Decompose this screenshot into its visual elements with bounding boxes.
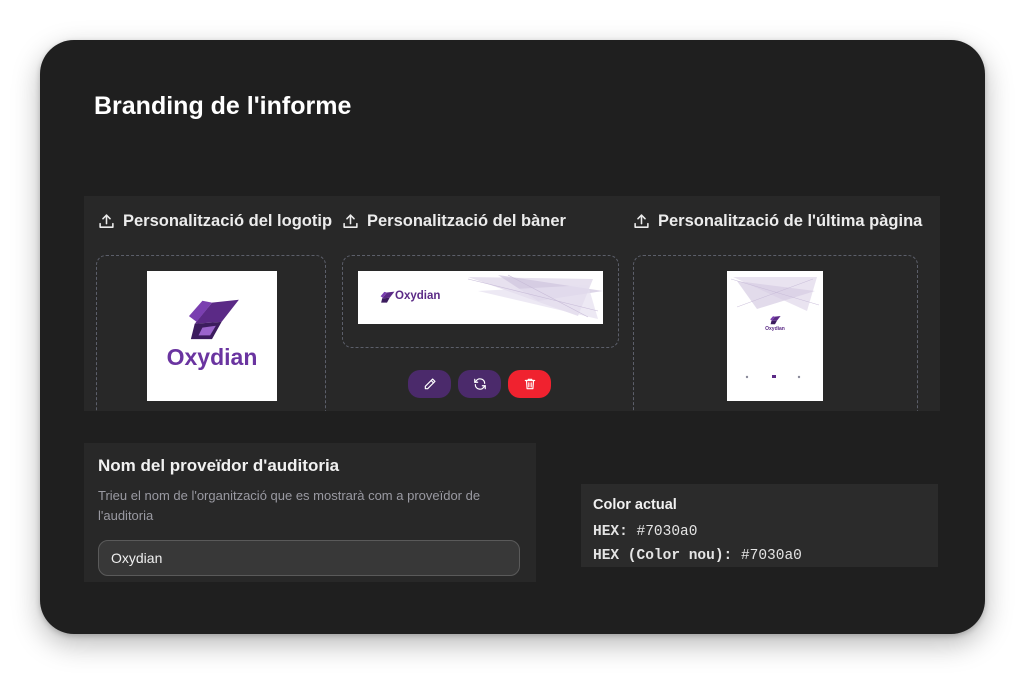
last-page-preview: Oxydian: [727, 271, 823, 401]
upload-panel: Personalització del logotip Oxydian Pers…: [84, 196, 940, 411]
last-page-upload-label: Personalització de l'última pàgina: [658, 212, 923, 230]
logo-preview: Oxydian: [147, 271, 277, 401]
banner-preview: Oxydian: [358, 271, 603, 324]
delete-banner-button[interactable]: [508, 370, 551, 398]
trash-icon: [524, 378, 535, 390]
upload-icon: [99, 214, 114, 228]
hex-new-line: HEX (Color nou): #7030a0: [593, 548, 802, 564]
hex-value: #7030a0: [636, 524, 698, 540]
page-title: Branding de l'informe: [94, 92, 352, 120]
upload-icon: [634, 214, 649, 228]
audit-provider-panel: Nom del proveïdor d'auditoria Trieu el n…: [84, 443, 536, 582]
upload-icon: [343, 214, 358, 228]
pencil-icon: [424, 378, 436, 390]
provider-description: Trieu el nom de l'organització que es mo…: [98, 488, 481, 523]
report-branding-window: Branding de l'informe Personalització de…: [40, 40, 985, 634]
last-page-background-decoration: [730, 277, 820, 379]
provider-title: Nom del proveïdor d'auditoria: [98, 456, 340, 475]
banner-upload-header[interactable]: Personalització del bàner: [342, 212, 566, 231]
hex-current-line: HEX: #7030a0: [593, 524, 697, 540]
provider-name-input[interactable]: Oxydian: [98, 540, 520, 576]
replace-banner-button[interactable]: [458, 370, 501, 398]
oxydian-logo-mark-icon: [380, 291, 395, 303]
current-color-panel: Color actual HEX: #7030a0 HEX (Color nou…: [581, 484, 938, 567]
oxydian-logo-mark-icon: [770, 316, 781, 325]
logo-brand-text: Oxydian: [166, 344, 258, 370]
hex-new-label: HEX (Color nou):: [593, 548, 733, 564]
last-page-brand-text: Oxydian: [765, 326, 785, 332]
last-page-upload-header[interactable]: Personalització de l'última pàgina: [633, 212, 922, 231]
color-title: Color actual: [593, 497, 677, 513]
logo-dropzone[interactable]: Oxydian: [96, 255, 326, 411]
banner-upload-label: Personalització del bàner: [367, 212, 566, 230]
edit-banner-button[interactable]: [408, 370, 451, 398]
banner-dropzone[interactable]: Oxydian: [342, 255, 619, 348]
last-page-dropzone[interactable]: Oxydian: [633, 255, 918, 411]
logo-upload-label: Personalització del logotip: [123, 212, 333, 230]
oxydian-logo-mark-icon: [188, 299, 239, 340]
hex-new-value: #7030a0: [740, 548, 802, 564]
logo-upload-header[interactable]: Personalització del logotip: [98, 212, 332, 231]
banner-brand-text: Oxydian: [395, 290, 441, 302]
hex-label: HEX:: [593, 524, 628, 540]
refresh-icon: [473, 378, 486, 390]
